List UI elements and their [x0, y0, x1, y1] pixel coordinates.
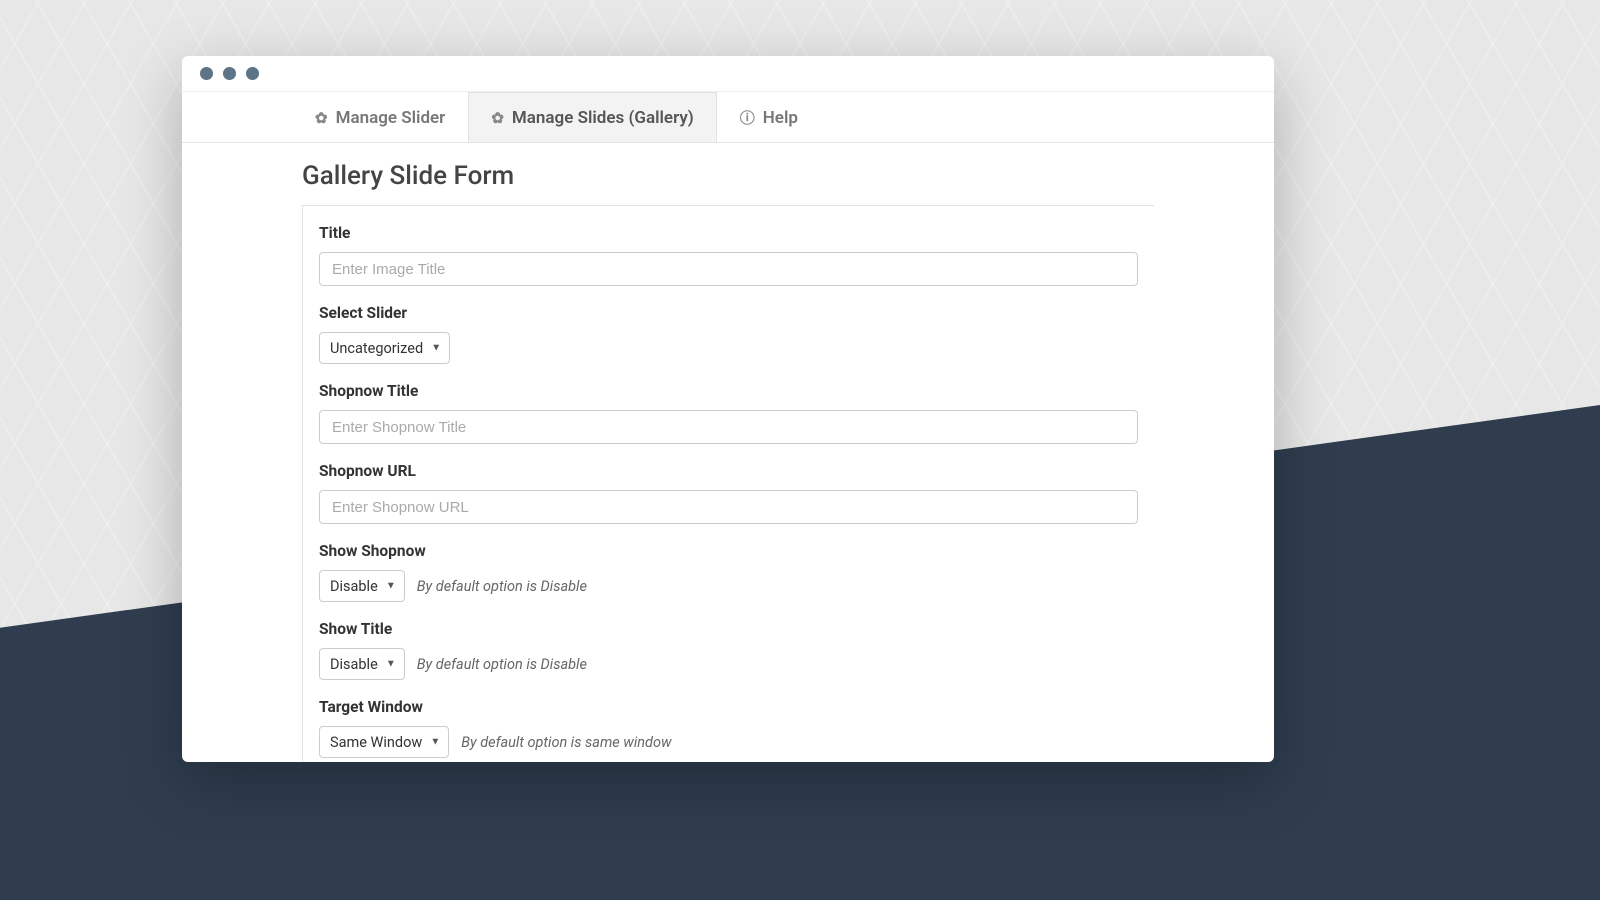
tab-manage-slides[interactable]: ✿ Manage Slides (Gallery): [468, 92, 716, 142]
target-window-label: Target Window: [319, 698, 1138, 716]
select-value: Disable: [330, 656, 378, 673]
show-title-dropdown[interactable]: Disable ▼: [319, 648, 405, 680]
gear-icon: ✿: [315, 109, 328, 127]
tab-help[interactable]: ⓘ Help: [717, 92, 821, 142]
chevron-down-icon: ▼: [386, 581, 396, 592]
field-title: Title: [319, 224, 1138, 286]
select-value: Disable: [330, 578, 378, 595]
title-label: Title: [319, 224, 1138, 242]
field-show-shopnow: Show Shopnow Disable ▼ By default option…: [319, 542, 1138, 602]
target-window-dropdown[interactable]: Same Window ▼: [319, 726, 449, 758]
info-icon: ⓘ: [740, 107, 755, 128]
field-shopnow-url: Shopnow URL: [319, 462, 1138, 524]
select-slider-label: Select Slider: [319, 304, 1138, 322]
tab-manage-slider[interactable]: ✿ Manage Slider: [292, 92, 468, 142]
window-control-minimize[interactable]: [223, 67, 236, 80]
chevron-down-icon: ▼: [431, 343, 441, 354]
app-window: ✿ Manage Slider ✿ Manage Slides (Gallery…: [182, 56, 1274, 762]
page-title: Gallery Slide Form: [302, 161, 1154, 191]
tab-label: Manage Slider: [336, 108, 446, 128]
show-shopnow-dropdown[interactable]: Disable ▼: [319, 570, 405, 602]
window-control-close[interactable]: [200, 67, 213, 80]
select-slider-dropdown[interactable]: Uncategorized ▼: [319, 332, 450, 364]
title-input[interactable]: [319, 252, 1138, 286]
target-window-hint: By default option is same window: [461, 734, 671, 751]
chevron-down-icon: ▼: [386, 659, 396, 670]
show-shopnow-label: Show Shopnow: [319, 542, 1138, 560]
tab-label: Help: [763, 108, 798, 128]
select-value: Uncategorized: [330, 340, 423, 357]
form-panel: Title Select Slider Uncategorized ▼ Shop…: [302, 205, 1154, 762]
shopnow-title-label: Shopnow Title: [319, 382, 1138, 400]
tabs-bar: ✿ Manage Slider ✿ Manage Slides (Gallery…: [182, 92, 1274, 143]
shopnow-url-input[interactable]: [319, 490, 1138, 524]
show-title-label: Show Title: [319, 620, 1138, 638]
field-show-title: Show Title Disable ▼ By default option i…: [319, 620, 1138, 680]
field-target-window: Target Window Same Window ▼ By default o…: [319, 698, 1138, 758]
gear-icon: ✿: [491, 109, 504, 127]
select-value: Same Window: [330, 734, 422, 751]
show-title-hint: By default option is Disable: [417, 656, 587, 673]
show-shopnow-hint: By default option is Disable: [417, 578, 587, 595]
content-area: Gallery Slide Form Title Select Slider U…: [182, 143, 1274, 762]
shopnow-url-label: Shopnow URL: [319, 462, 1138, 480]
window-control-zoom[interactable]: [246, 67, 259, 80]
field-select-slider: Select Slider Uncategorized ▼: [319, 304, 1138, 364]
window-titlebar: [182, 56, 1274, 92]
chevron-down-icon: ▼: [430, 737, 440, 748]
shopnow-title-input[interactable]: [319, 410, 1138, 444]
field-shopnow-title: Shopnow Title: [319, 382, 1138, 444]
tab-label: Manage Slides (Gallery): [512, 108, 694, 128]
